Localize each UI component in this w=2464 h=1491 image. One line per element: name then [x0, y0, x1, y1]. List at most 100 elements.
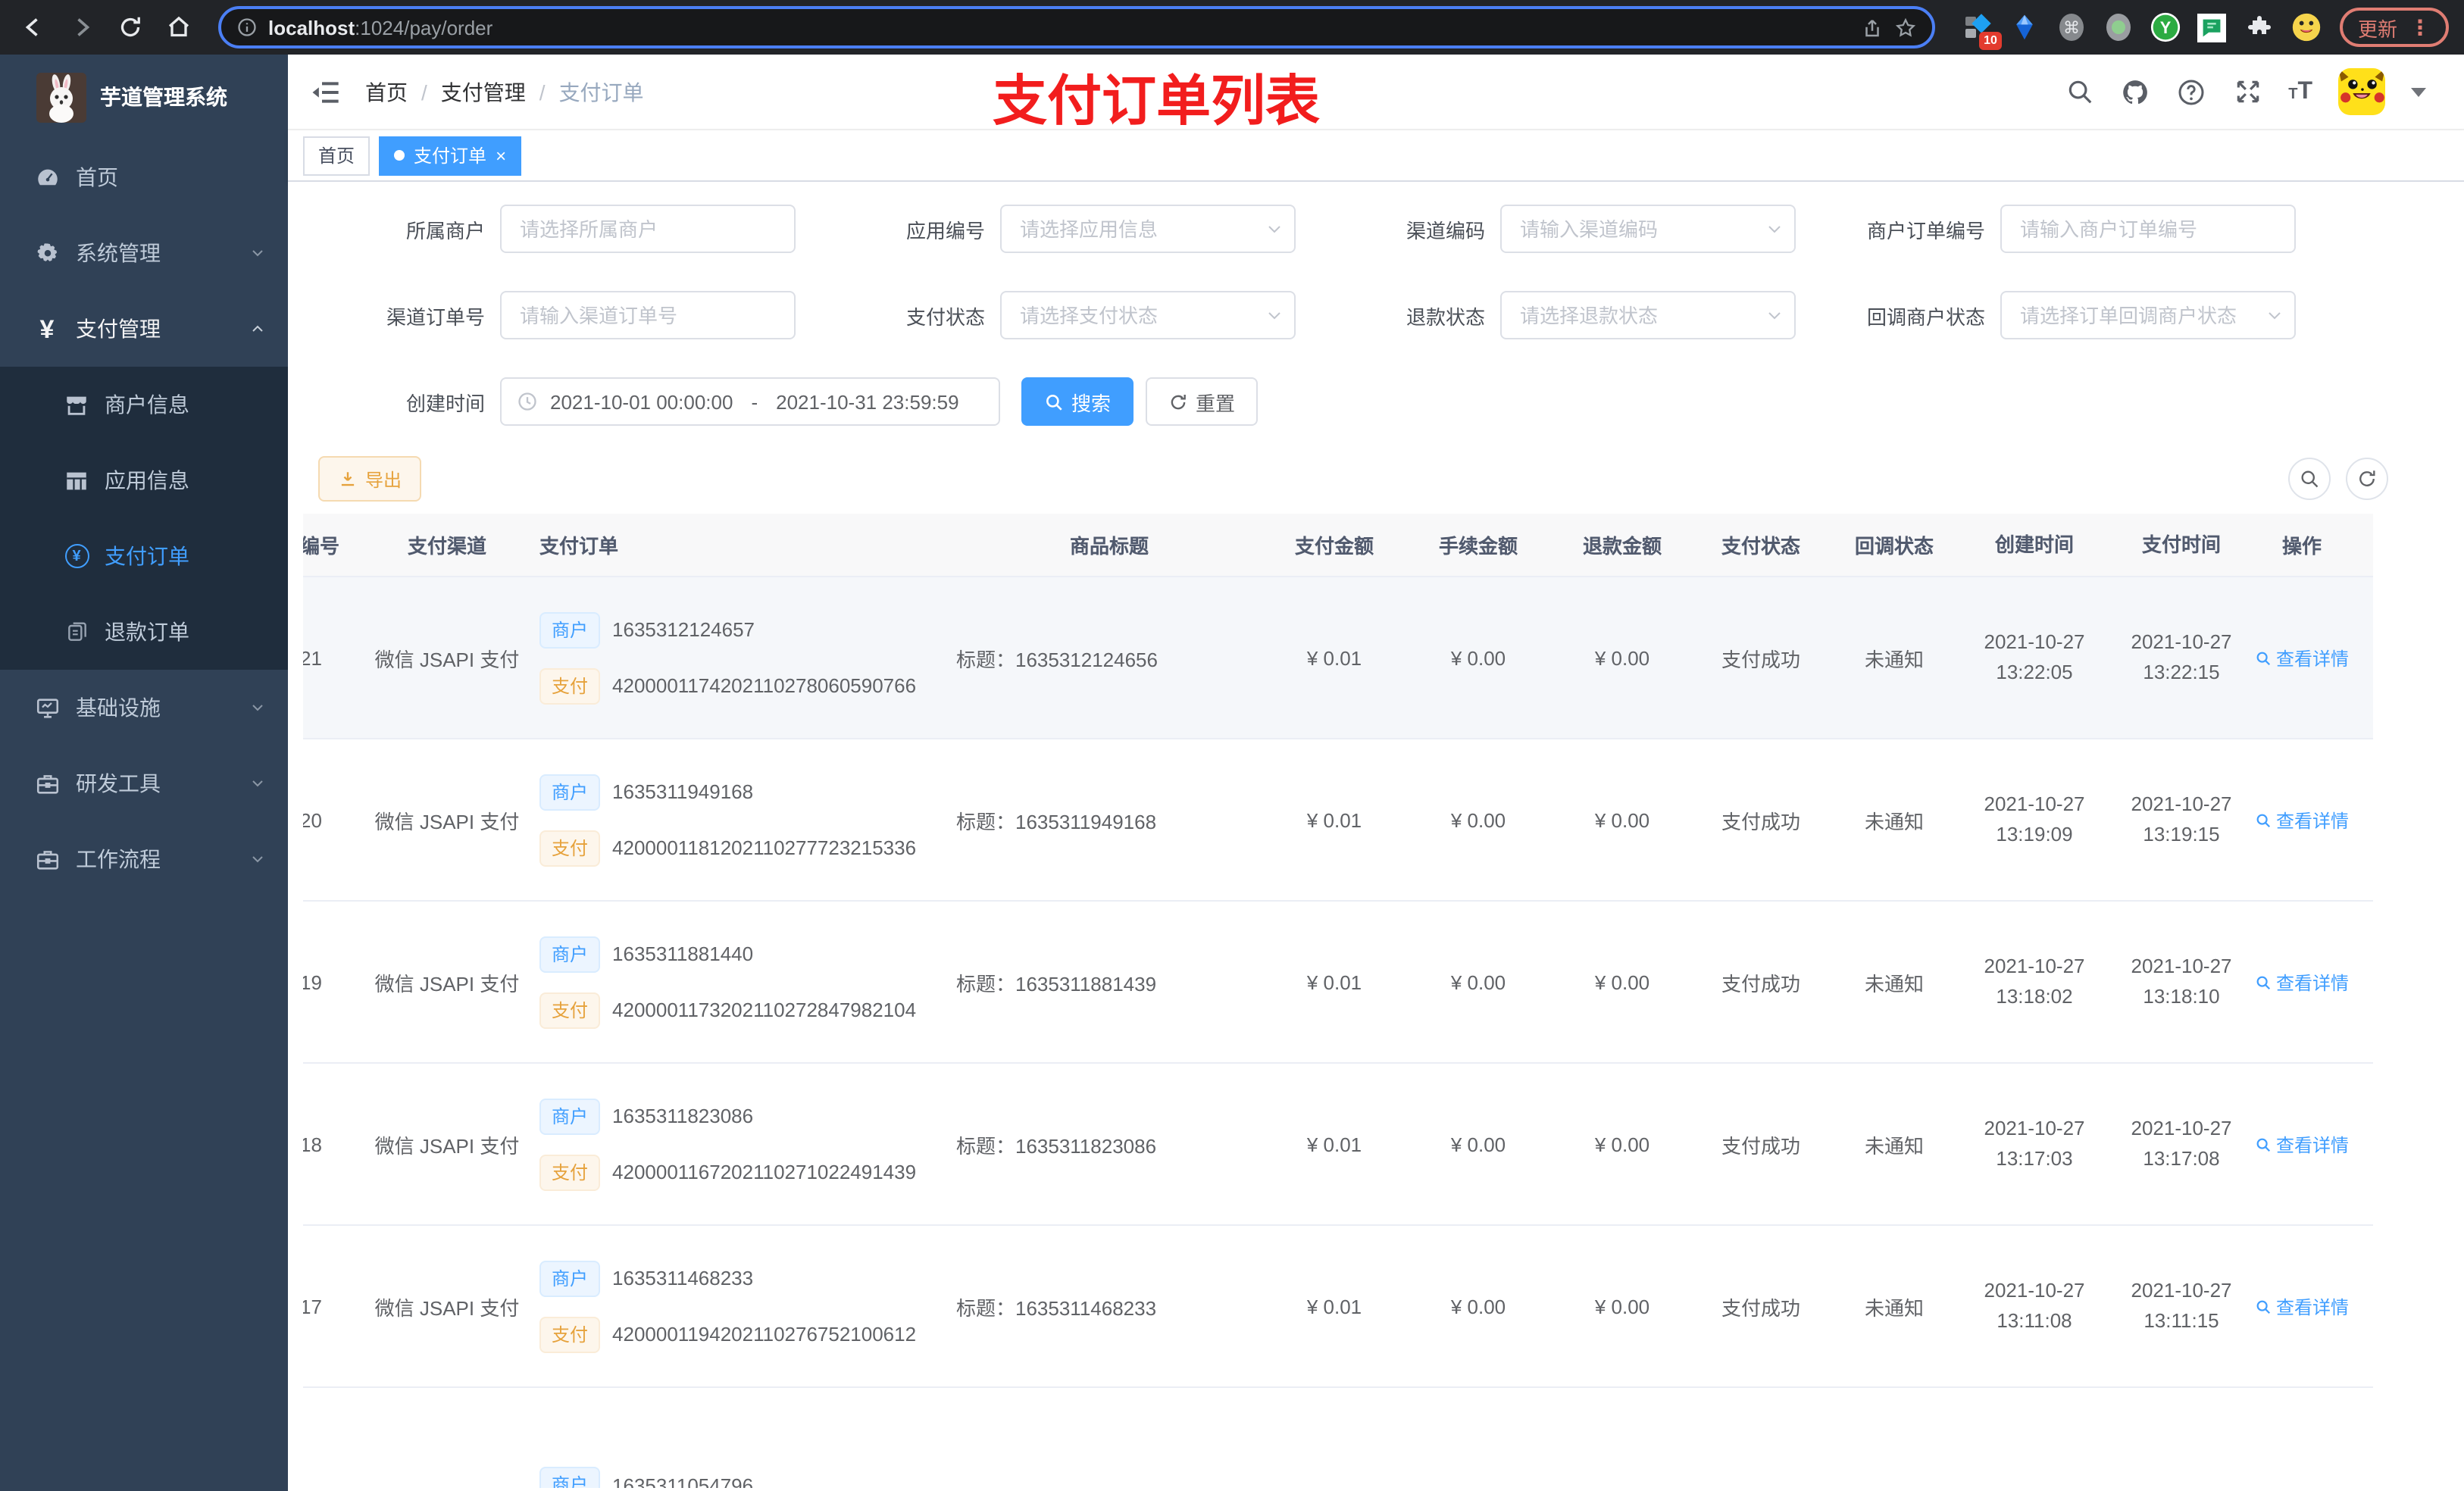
table-row[interactable]: 19 微信 JSAPI 支付 商户 1635311881440 支付 4200001…	[303, 902, 2373, 1064]
tag-close-icon[interactable]: ×	[496, 146, 506, 164]
github-icon[interactable]	[2120, 77, 2150, 107]
search-icon	[2256, 813, 2271, 827]
create-time-range-picker[interactable]: 2021-10-01 00:00:00 - 2021-10-31 23:59:5…	[500, 377, 1000, 426]
table-row[interactable]: 商户 1635311054796	[303, 1388, 2373, 1488]
app-title: 芋道管理系统	[100, 85, 227, 109]
store-icon	[64, 392, 89, 417]
cell-amount: ¥ 0.01	[1306, 1133, 1362, 1155]
cell-notify-status: 未通知	[1864, 810, 1924, 833]
notify-status-select[interactable]	[2000, 291, 2296, 339]
sidebar-item-refund-order[interactable]: 退款订单	[0, 594, 288, 670]
user-avatar[interactable]	[2338, 68, 2385, 115]
breadcrumb-pay-manage[interactable]: 支付管理	[441, 77, 526, 107]
browser-home-icon[interactable]	[161, 9, 197, 45]
browser-reload-icon[interactable]	[112, 9, 149, 45]
view-detail-link[interactable]: 查看详情	[2255, 807, 2349, 833]
fullscreen-icon[interactable]	[2232, 77, 2262, 107]
view-detail-link[interactable]: 查看详情	[2255, 1131, 2349, 1157]
toolbox-icon	[33, 846, 61, 873]
sidebar-item-label: 基础设施	[76, 695, 161, 720]
sidebar-item-label: 支付订单	[105, 544, 189, 568]
sidebar-item-label: 应用信息	[105, 468, 189, 492]
channel-code-select[interactable]	[1500, 205, 1796, 253]
extension-chat-icon[interactable]	[2197, 12, 2228, 42]
search-button[interactable]: 搜索	[1021, 377, 1134, 426]
channel-pay-no: 4200001167202110271022491439	[612, 1161, 917, 1183]
breadcrumb-separator: /	[421, 80, 427, 104]
cell-fee: ¥ 0.00	[1450, 971, 1506, 993]
browser-update-button[interactable]: 更新 ⋮	[2339, 8, 2449, 47]
sidebar-item-home[interactable]: 首页	[0, 139, 288, 215]
view-detail-link[interactable]: 查看详情	[2255, 645, 2349, 670]
profile-emoji-icon[interactable]	[2291, 12, 2322, 42]
filter-label: 支付状态	[905, 305, 985, 328]
sidebar-item-pay-order[interactable]: ¥ 支付订单	[0, 518, 288, 594]
search-icon	[2256, 651, 2271, 665]
extension-blue-diamond-icon[interactable]: 10	[1962, 12, 2002, 50]
merchant-filter-input[interactable]	[500, 205, 796, 253]
sidebar-collapse-icon[interactable]	[311, 77, 341, 107]
browser-menu-dots-icon[interactable]: ⋮	[2409, 14, 2431, 40]
table-row[interactable]: 21 微信 JSAPI 支付 商户 1635312124657 支付 4200001…	[303, 577, 2373, 739]
refresh-table-button[interactable]	[2346, 458, 2388, 500]
tag-pay-order[interactable]: 支付订单 ×	[379, 136, 522, 175]
sidebar-item-label: 退款订单	[105, 620, 189, 644]
merchant-tag: 商户	[539, 1098, 601, 1134]
extensions-puzzle-icon[interactable]	[2244, 12, 2275, 42]
filter-label: 应用编号	[905, 219, 985, 242]
sidebar-logo[interactable]: 芋道管理系统	[0, 55, 288, 139]
date-start: 2021-10-01 00:00:00	[550, 390, 733, 413]
browser-forward-icon[interactable]	[64, 9, 100, 45]
site-info-icon[interactable]	[236, 17, 258, 38]
filter-label: 退款状态	[1406, 305, 1485, 328]
pay-status-select[interactable]	[1000, 291, 1296, 339]
view-detail-link[interactable]: 查看详情	[2255, 1293, 2349, 1319]
address-bar[interactable]: localhost:1024/pay/order	[218, 6, 1935, 48]
sidebar-item-payment[interactable]: ¥ 支付管理	[0, 291, 288, 367]
sidebar-item-merchant-info[interactable]: 商户信息	[0, 367, 288, 442]
share-icon[interactable]	[1861, 16, 1884, 39]
cell-amount: ¥ 0.01	[1306, 646, 1362, 669]
sidebar-item-workflow[interactable]: 工作流程	[0, 821, 288, 897]
help-icon[interactable]	[2176, 77, 2206, 107]
cell-amount: ¥ 0.01	[1306, 971, 1362, 993]
cell-channel: 微信 JSAPI 支付	[374, 648, 520, 670]
extension-command-icon[interactable]: ⌘	[2056, 12, 2087, 42]
col-header-actions: 操作	[2281, 535, 2322, 558]
app-id-select[interactable]	[1000, 205, 1296, 253]
table-row[interactable]: 17 微信 JSAPI 支付 商户 1635311468233 支付 4200001…	[303, 1226, 2373, 1388]
breadcrumb-current: 支付订单	[558, 80, 644, 104]
extension-grey-circle-icon[interactable]	[2103, 12, 2134, 42]
reset-label: 重置	[1196, 392, 1236, 414]
refund-status-select[interactable]	[1500, 291, 1796, 339]
extension-gem-icon[interactable]	[2009, 12, 2040, 42]
view-detail-link[interactable]: 查看详情	[2255, 969, 2349, 995]
search-icon[interactable]	[2064, 77, 2094, 107]
channel-order-no-input[interactable]	[500, 291, 796, 339]
table-row[interactable]: 18 微信 JSAPI 支付 商户 1635311823086 支付 4200001…	[303, 1064, 2373, 1226]
font-size-icon[interactable]: TT	[2288, 78, 2312, 105]
table-row[interactable]: 20 微信 JSAPI 支付 商户 1635311949168 支付 4200001…	[303, 739, 2373, 902]
browser-back-icon[interactable]	[15, 9, 52, 45]
col-header-pay-order: 支付订单	[539, 535, 619, 558]
sidebar-item-infrastructure[interactable]: 基础设施	[0, 670, 288, 746]
merchant-order-no-input[interactable]	[2000, 205, 2296, 253]
toggle-search-button[interactable]	[2288, 458, 2331, 500]
cell-refund: ¥ 0.00	[1594, 808, 1650, 831]
col-header-refund: 退款金额	[1582, 535, 1662, 558]
sidebar-item-app-info[interactable]: 应用信息	[0, 442, 288, 518]
yen-icon: ¥	[39, 314, 55, 343]
tag-home[interactable]: 首页	[303, 136, 371, 175]
export-button[interactable]: 导出	[318, 456, 422, 502]
cell-title: 标题：1635311823086	[956, 1134, 1157, 1157]
sidebar-item-dev-tools[interactable]: 研发工具	[0, 746, 288, 821]
sidebar-item-system[interactable]: 系统管理	[0, 215, 288, 291]
filter-label: 回调商户状态	[1866, 305, 1985, 328]
extension-y-icon[interactable]: Y	[2150, 12, 2181, 42]
avatar-caret-icon[interactable]	[2411, 87, 2426, 96]
cell-fee: ¥ 0.00	[1450, 1295, 1506, 1318]
reset-button[interactable]: 重置	[1146, 377, 1259, 426]
cell-create-time: 2021-10-27 13:18:02	[1984, 955, 2085, 1008]
bookmark-star-icon[interactable]	[1894, 16, 1917, 39]
breadcrumb-home[interactable]: 首页	[365, 77, 408, 107]
